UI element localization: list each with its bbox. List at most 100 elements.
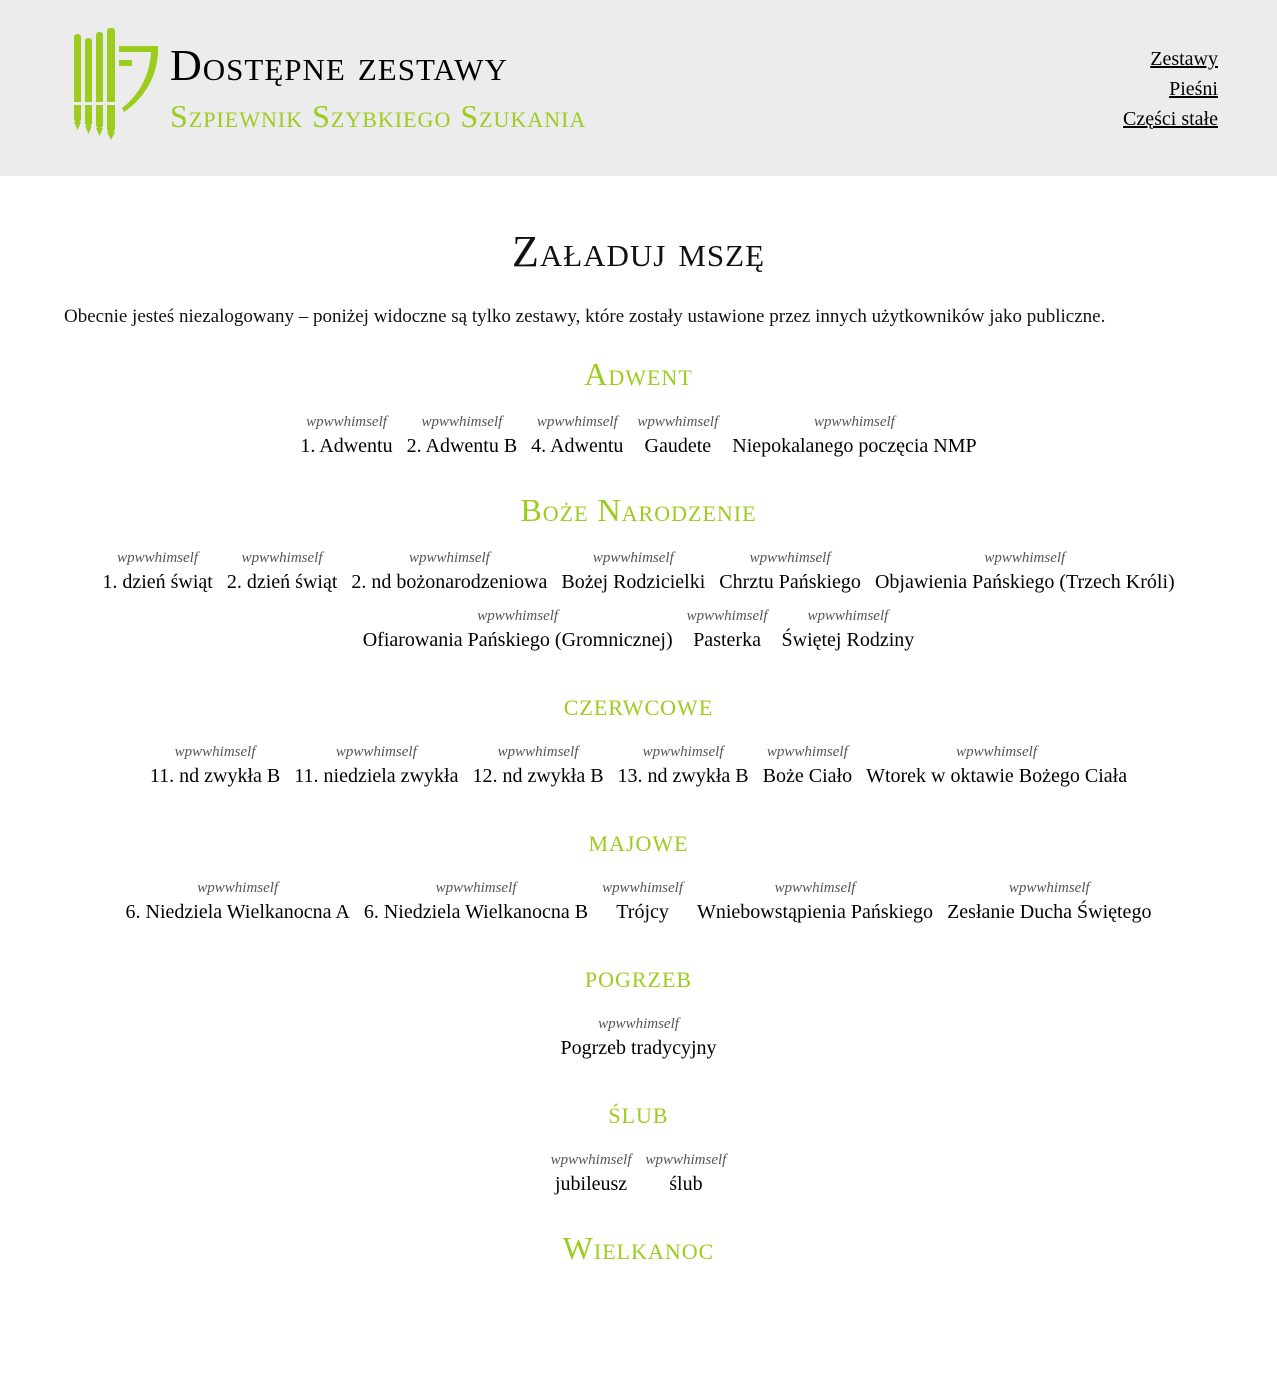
set-author: wpwwhimself (645, 1152, 727, 1168)
page-title: Dostępne zestawy (170, 41, 508, 90)
set-name-link[interactable]: 13. nd zwykła B (618, 762, 749, 790)
nav-link-piesni[interactable]: Pieśni (1123, 74, 1218, 104)
set-item[interactable]: wpwwhimself 2. Adwentu B (407, 412, 518, 460)
set-author: wpwwhimself (749, 550, 831, 566)
set-name-link[interactable]: Zesłanie Ducha Świętego (947, 898, 1151, 926)
set-name-link[interactable]: 4. Adwentu (531, 432, 623, 460)
set-item[interactable]: wpwwhimself 6. Niedziela Wielkanocna B (364, 878, 588, 926)
set-name-link[interactable]: Świętej Rodziny (782, 626, 915, 654)
set-name-link[interactable]: Pasterka (693, 626, 761, 654)
set-item[interactable]: wpwwhimself Pasterka (687, 606, 768, 654)
set-name-link[interactable]: Bożej Rodzicielki (561, 568, 705, 596)
set-author: wpwwhimself (686, 608, 768, 624)
set-name-link[interactable]: Gaudete (645, 432, 712, 460)
set-name-link[interactable]: 2. nd bożonarodzeniowa (351, 568, 547, 596)
set-name-link[interactable]: 2. dzień świąt (227, 568, 338, 596)
set-item[interactable]: wpwwhimself Świętej Rodziny (782, 606, 915, 654)
set-name-link[interactable]: jubileusz (555, 1170, 627, 1198)
set-author: wpwwhimself (766, 744, 848, 760)
set-item[interactable]: wpwwhimself Gaudete (637, 412, 718, 460)
set-list: wpwwhimself 1. dzień świąt wpwwhimself 2. d… (64, 548, 1213, 654)
set-list: wpwwhimself jubileusz wpwwhimself ślub (64, 1150, 1213, 1198)
nav-link-zestawy[interactable]: Zestawy (1123, 44, 1218, 74)
set-list: wpwwhimself 6. Niedziela Wielkanocna Awpw… (64, 878, 1213, 926)
set-author: wpwwhimself (408, 550, 490, 566)
set-item[interactable]: wpwwhimself Zesłanie Ducha Świętego (947, 878, 1151, 926)
set-name-link[interactable]: 11. niedziela zwykła (294, 762, 458, 790)
set-name-link[interactable]: 6. Niedziela Wielkanocna A (126, 898, 350, 926)
set-item[interactable]: wpwwhimself 1. dzień świąt (102, 548, 213, 596)
set-name-link[interactable]: Objawienia Pańskiego (Trzech Króli) (875, 568, 1175, 596)
set-item[interactable]: wpwwhimself 2. dzień świąt (227, 548, 338, 596)
header: Dostępne zestawy Szpiewnik Szybkiego Szu… (0, 0, 1277, 176)
set-item[interactable]: wpwwhimself Wtorek w oktawie Bożego Ciała (866, 742, 1127, 790)
set-item[interactable]: wpwwhimself 6. Niedziela Wielkanocna A (126, 878, 350, 926)
set-item[interactable]: wpwwhimself Wniebowstąpienia Pańskiego (697, 878, 933, 926)
set-item[interactable]: wpwwhimself Niepokalanego poczęcia NMP (732, 412, 976, 460)
set-item[interactable]: wpwwhimself ślub (646, 1150, 727, 1198)
set-author: wpwwhimself (197, 880, 279, 896)
sets-list: Adwent wpwwhimself 1. Adwentu wpwwhimself 2.… (64, 354, 1213, 1268)
set-name-link[interactable]: 12. nd zwykła B (472, 762, 603, 790)
set-item[interactable]: wpwwhimself 1. Adwentu (300, 412, 392, 460)
set-name-link[interactable]: 1. Adwentu (300, 432, 392, 460)
set-category: pogrzeb wpwwhimself Pogrzeb tradycyjny (64, 956, 1213, 1062)
set-author: wpwwhimself (592, 550, 674, 566)
set-item[interactable]: wpwwhimself Boże Ciało (763, 742, 852, 790)
set-author: wpwwhimself (306, 414, 387, 430)
set-item[interactable]: wpwwhimself jubileusz (551, 1150, 632, 1198)
set-list: wpwwhimself Pogrzeb tradycyjny (64, 1014, 1213, 1062)
set-category: Wielkanoc (64, 1228, 1213, 1268)
set-name-link[interactable]: Pogrzeb tradycyjny (560, 1034, 716, 1062)
set-item[interactable]: wpwwhimself Trójcy (602, 878, 683, 926)
set-author: wpwwhimself (241, 550, 323, 566)
set-category: Adwent wpwwhimself 1. Adwentu wpwwhimself 2.… (64, 354, 1213, 460)
set-name-link[interactable]: 1. dzień świąt (102, 568, 213, 596)
category-title: pogrzeb (584, 958, 693, 994)
set-name-link[interactable]: 2. Adwentu B (407, 432, 518, 460)
category-title: Adwent (584, 356, 693, 392)
set-item[interactable]: wpwwhimself Ofiarowania Pańskiego (Gromni… (363, 606, 673, 654)
set-item[interactable]: wpwwhimself Pogrzeb tradycyjny (560, 1014, 716, 1062)
set-item[interactable]: wpwwhimself Chrztu Pańskiego (719, 548, 861, 596)
set-name-link[interactable]: Niepokalanego poczęcia NMP (732, 432, 976, 460)
set-author: wpwwhimself (497, 744, 579, 760)
category-title: Wielkanoc (562, 1230, 715, 1266)
set-author: wpwwhimself (807, 608, 889, 624)
set-author: wpwwhimself (602, 880, 683, 896)
nav-link-czesci-stale[interactable]: Części stałe (1123, 104, 1218, 134)
login-notice: Obecnie jesteś niezalogowany – poniżej w… (64, 306, 1106, 327)
set-item[interactable]: wpwwhimself Objawienia Pańskiego (Trzech … (875, 548, 1175, 596)
app-subtitle: Szpiewnik Szybkiego Szukania (170, 98, 587, 134)
main-content: Załaduj mszę Obecnie jesteś niezalogowan… (0, 226, 1277, 1268)
set-item[interactable]: wpwwhimself 12. nd zwykła B (472, 742, 603, 790)
set-author: wpwwhimself (536, 414, 618, 430)
set-name-link[interactable]: 11. nd zwykła B (150, 762, 280, 790)
organ-pipes-icon[interactable] (72, 28, 162, 142)
set-name-link[interactable]: Trójcy (616, 898, 669, 926)
set-name-link[interactable]: Ofiarowania Pańskiego (Gromnicznej) (363, 626, 673, 654)
set-author: wpwwhimself (174, 744, 256, 760)
set-name-link[interactable]: ślub (669, 1170, 702, 1198)
set-author: wpwwhimself (421, 414, 503, 430)
set-author: wpwwhimself (598, 1016, 679, 1032)
set-list: wpwwhimself 1. Adwentu wpwwhimself 2. Adwen… (64, 412, 1213, 460)
set-item[interactable]: wpwwhimself 11. niedziela zwykła (294, 742, 458, 790)
set-item[interactable]: wpwwhimself 13. nd zwykła B (618, 742, 749, 790)
set-author: wpwwhimself (1008, 880, 1090, 896)
category-title: Boże Narodzenie (520, 492, 757, 528)
set-category: majowe wpwwhimself 6. Niedziela Wielkanocn… (64, 820, 1213, 926)
set-name-link[interactable]: Chrztu Pańskiego (719, 568, 861, 596)
set-author: wpwwhimself (774, 880, 856, 896)
set-author: wpwwhimself (435, 880, 517, 896)
set-name-link[interactable]: 6. Niedziela Wielkanocna B (364, 898, 588, 926)
set-item[interactable]: wpwwhimself Bożej Rodzicielki (561, 548, 705, 596)
set-name-link[interactable]: Wtorek w oktawie Bożego Ciała (866, 762, 1127, 790)
set-item[interactable]: wpwwhimself 2. nd bożonarodzeniowa (351, 548, 547, 596)
set-item[interactable]: wpwwhimself 11. nd zwykła B (150, 742, 280, 790)
set-item[interactable]: wpwwhimself 4. Adwentu (531, 412, 623, 460)
set-list: wpwwhimself 11. nd zwykła B wpwwhimself 11.… (64, 742, 1213, 790)
set-author: wpwwhimself (637, 414, 719, 430)
set-name-link[interactable]: Boże Ciało (763, 762, 852, 790)
set-name-link[interactable]: Wniebowstąpienia Pańskiego (697, 898, 933, 926)
